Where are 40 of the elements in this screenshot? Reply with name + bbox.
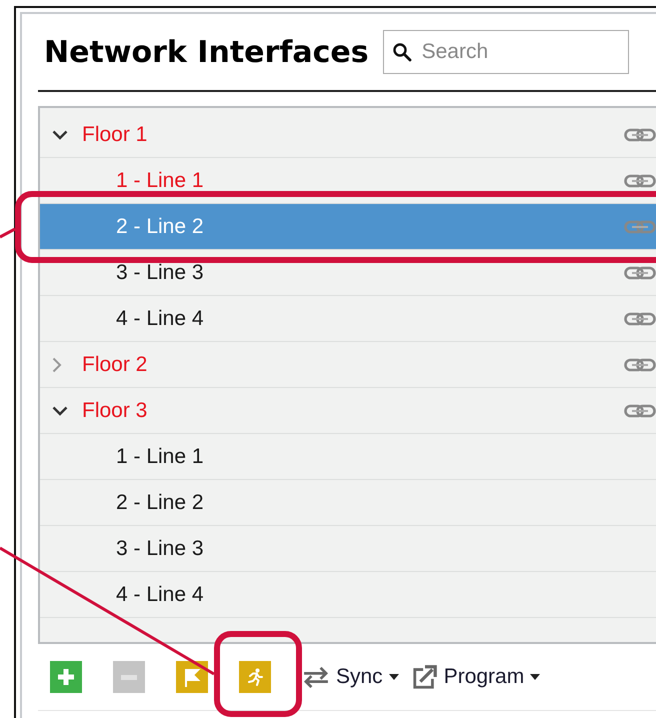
running-person-icon (245, 667, 265, 687)
program-dropdown[interactable]: Program (412, 664, 540, 690)
tree-row[interactable]: Floor 2 (40, 342, 656, 388)
flag-icon (182, 667, 202, 687)
add-button[interactable] (50, 661, 82, 693)
external-link-icon (412, 664, 438, 690)
line-label: 1 - Line 1 (116, 168, 204, 192)
tree-row[interactable]: 4 - Line 4 (40, 296, 656, 342)
line-label: 3 - Line 3 (116, 260, 204, 284)
floor-label: Floor 3 (82, 398, 148, 422)
tree-row[interactable]: 1 - Line 1 (40, 434, 656, 480)
tree-row[interactable]: 3 - Line 3 (40, 250, 656, 296)
caret-icon (530, 674, 540, 680)
search-icon (392, 42, 412, 62)
tree-row[interactable]: 2 - Line 2 (40, 480, 656, 526)
plus-icon (56, 667, 76, 687)
panel-title: Network Interfaces (43, 34, 369, 70)
chevron-right-icon[interactable] (52, 356, 62, 372)
tree-row[interactable]: 4 - Line 4 (40, 572, 656, 618)
line-label: 2 - Line 2 (116, 490, 204, 514)
line-label: 4 - Line 4 (116, 306, 204, 330)
leader-line (0, 228, 16, 238)
line-label: 2 - Line 2 (116, 214, 204, 238)
chevron-down-icon[interactable] (52, 406, 68, 416)
floor-label: Floor 1 (82, 122, 148, 146)
tree-row[interactable]: Floor 3 (40, 388, 656, 434)
running-person-button[interactable] (239, 661, 271, 693)
minus-icon (121, 674, 137, 680)
caret-icon (388, 674, 399, 680)
line-label: 1 - Line 1 (116, 444, 204, 468)
flag-button[interactable] (176, 661, 208, 693)
tree-row[interactable]: 3 - Line 3 (40, 526, 656, 572)
line-label: 4 - Line 4 (116, 582, 204, 606)
line-label: 3 - Line 3 (116, 536, 204, 560)
swap-arrows-icon (302, 666, 330, 688)
tree-row[interactable]: Floor 1 (40, 112, 656, 158)
floor-label: Floor 2 (82, 352, 148, 376)
sync-dropdown[interactable]: Sync (302, 665, 399, 689)
search-field[interactable]: Search (382, 30, 629, 74)
chevron-down-icon[interactable] (52, 130, 68, 140)
